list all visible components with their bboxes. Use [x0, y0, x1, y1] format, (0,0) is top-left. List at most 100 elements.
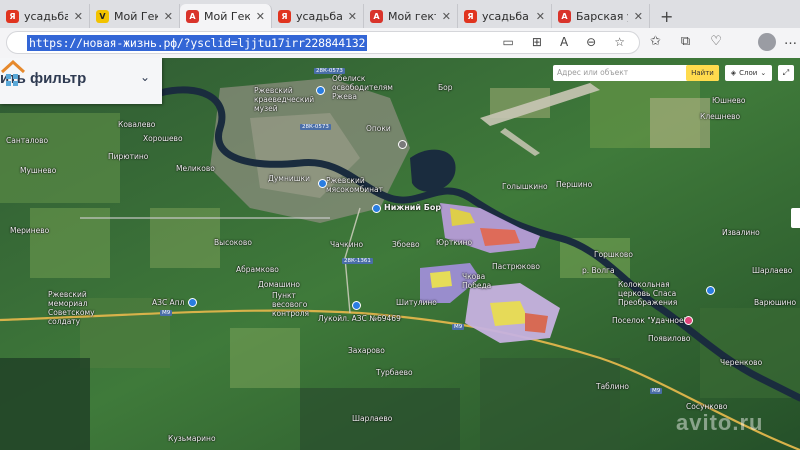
layers-button[interactable]: ◈ Слои ⌄	[725, 65, 772, 81]
close-icon[interactable]: ✕	[442, 10, 451, 23]
close-icon[interactable]: ✕	[256, 10, 265, 23]
map-label: Горшково	[594, 250, 633, 259]
tab-usadba-rf[interactable]: Я усадьба .рс ✕	[458, 4, 552, 28]
new-tab-button[interactable]: +	[650, 4, 683, 28]
tab-barskaya[interactable]: A Барская ус ✕	[552, 4, 650, 28]
map-pin[interactable]	[316, 86, 325, 95]
map-label: Юрткино	[436, 238, 473, 247]
map-imagery	[0, 58, 800, 450]
map-label: Домашино	[258, 280, 300, 289]
map-label: р. Волга	[582, 266, 615, 275]
map-label: Санталово	[6, 136, 49, 145]
map-pin[interactable]	[372, 204, 381, 213]
map-search-placeholder: Адрес или объект	[557, 68, 629, 77]
tab-moy-gektar-2[interactable]: A Мой гектар ✕	[364, 4, 458, 28]
moy-gektar-icon: V	[96, 9, 109, 23]
map-label: Пункт весового контроля	[272, 291, 310, 318]
avito-icon: A	[558, 9, 571, 23]
url-text[interactable]: https://новая-жизнь.рф/?ysclid=ljjtu17ir…	[27, 35, 368, 51]
road-tag: М9	[452, 324, 465, 330]
map-label: Лукойл. АЗС №69469	[318, 314, 401, 323]
map-label: Поселок "Удачное"	[612, 316, 688, 325]
tab-usadba-na[interactable]: Я усадьба на ✕	[272, 4, 364, 28]
road-tag: 28К-1361	[342, 258, 373, 264]
yandex-icon: Я	[464, 9, 477, 23]
layers-icon: ◈	[730, 69, 737, 77]
map-label: Шарлаево	[752, 266, 793, 275]
chevron-down-icon: ⌄	[760, 69, 767, 77]
map-label: Хорошево	[143, 134, 183, 143]
apps-icon[interactable]: ⊞	[532, 35, 542, 49]
map-label: Ржевский краеведческий музей	[254, 86, 315, 113]
close-icon[interactable]: ✕	[536, 10, 545, 23]
zoom-icon[interactable]: ⊖	[586, 35, 596, 49]
map-label: Обелиск освободителям Ржева	[332, 74, 393, 101]
map-label: Збоево	[392, 240, 420, 249]
avito-watermark-icon	[0, 59, 26, 86]
profile-avatar-icon[interactable]	[758, 33, 776, 51]
map-label: Шарлаево	[352, 414, 393, 423]
map-label: Варюшино	[754, 298, 797, 307]
tab-usadba-al[interactable]: Я усадьба ал ✕	[0, 4, 90, 28]
map-label: Меринево	[10, 226, 50, 235]
satellite-map[interactable]: Ковалево Хорошево Пирютино Санталово Муш…	[0, 58, 800, 450]
map-pin[interactable]	[188, 298, 197, 307]
map-label: Мушнево	[20, 166, 57, 175]
tab-moy-gektar-1[interactable]: V Мой Гектар ✕	[90, 4, 180, 28]
tab-label: Мой Гекта	[204, 9, 250, 23]
collections-icon[interactable]: ⧉	[681, 34, 690, 49]
map-label: Голышкино	[502, 182, 548, 191]
map-label: Колокольная церковь Спаса Преображения	[618, 280, 678, 307]
tab-label: Мой Гектар	[114, 9, 158, 23]
read-aloud-icon[interactable]: A	[560, 35, 568, 49]
find-button[interactable]: Найти	[686, 65, 719, 81]
map-pin[interactable]	[706, 286, 715, 295]
close-icon[interactable]: ✕	[164, 10, 173, 23]
close-icon[interactable]: ✕	[74, 10, 83, 23]
map-pin[interactable]	[352, 301, 361, 310]
map-label: АЗС Апл	[152, 298, 185, 307]
map-label: Высоково	[214, 238, 252, 247]
map-label: Меликово	[176, 164, 215, 173]
map-label: Таблино	[596, 382, 629, 391]
tab-label: усадьба на	[296, 9, 342, 23]
map-label: Бор	[438, 83, 453, 92]
more-menu-icon[interactable]: …	[784, 33, 797, 48]
map-label: Ржевский мемориал Советскому солдату	[48, 290, 95, 326]
road-tag: 28К-0573	[300, 124, 331, 130]
map-pin[interactable]	[684, 316, 693, 325]
favorites-icon[interactable]: ✩	[650, 34, 661, 49]
close-icon[interactable]: ✕	[634, 10, 643, 23]
map-label: Нижний Бор	[384, 203, 442, 212]
tab-label: Мой гектар	[388, 9, 436, 23]
avito-icon: A	[186, 9, 199, 23]
map-pin[interactable]	[318, 179, 327, 188]
map-label: Появилово	[648, 334, 691, 343]
favorite-star-icon[interactable]: ☆	[614, 35, 625, 49]
address-bar: https://новая-жизнь.рф/?ysclid=ljjtu17ir…	[0, 28, 800, 59]
yandex-icon: Я	[6, 9, 19, 23]
url-field[interactable]: https://новая-жизнь.рф/?ysclid=ljjtu17ir…	[6, 31, 640, 54]
tab-moy-gektar-active[interactable]: A Мой Гекта ✕	[180, 4, 272, 28]
map-label: Клешнево	[700, 112, 741, 121]
tab-strip: Я усадьба ал ✕ V Мой Гектар ✕ A Мой Гект…	[0, 0, 800, 28]
tab-label: усадьба ал	[24, 9, 68, 23]
map-label: Чкова Победа	[462, 272, 492, 290]
map-label: Захарово	[348, 346, 385, 355]
chevron-down-icon[interactable]: ⌄	[140, 70, 150, 84]
map-label: Извалино	[722, 228, 760, 237]
close-icon[interactable]: ✕	[348, 10, 357, 23]
map-label: Турбаево	[376, 368, 413, 377]
map-pin[interactable]	[398, 140, 407, 149]
map-label: Ржевский мясокомбинат	[326, 176, 384, 194]
reader-mode-icon[interactable]: ▭	[503, 35, 514, 49]
map-label: Ковалево	[118, 120, 156, 129]
url-actions: ▭ ⊞ A ⊖ ☆	[503, 35, 625, 49]
map-label: Черенково	[720, 358, 763, 367]
map-label: Кузьмарино	[168, 434, 216, 443]
side-panel-handle[interactable]	[791, 208, 800, 228]
health-icon[interactable]: ♡	[710, 34, 722, 49]
map-label: Юшнево	[712, 96, 746, 105]
tab-label: усадьба .рс	[482, 9, 530, 23]
fullscreen-icon[interactable]: ⤢	[778, 65, 794, 81]
